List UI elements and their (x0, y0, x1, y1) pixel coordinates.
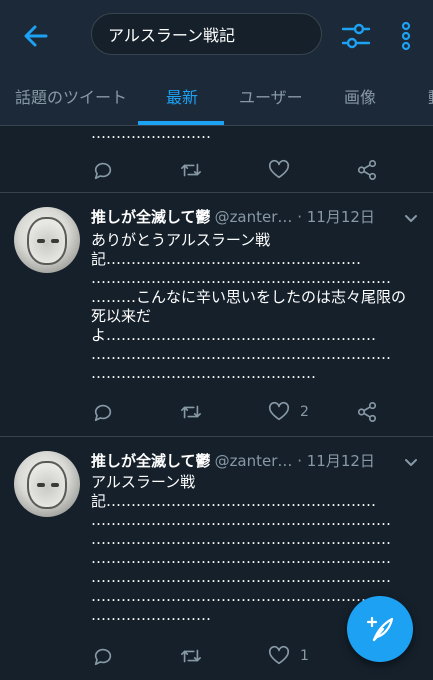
like-button[interactable]: 1 (268, 644, 309, 668)
heart-icon (268, 159, 290, 179)
retweet-button[interactable] (180, 158, 212, 182)
share-icon (357, 160, 377, 180)
like-count: 1 (300, 648, 309, 664)
tweet-divider (0, 436, 433, 437)
speech-bubble-icon (94, 162, 112, 180)
search-filter-button[interactable] (340, 20, 372, 52)
heart-icon (268, 401, 290, 421)
chevron-down-icon (405, 459, 417, 466)
share-button[interactable] (356, 158, 378, 182)
retweet-button[interactable] (180, 644, 212, 668)
tweet-menu-button[interactable] (403, 211, 419, 227)
like-count: 2 (300, 404, 309, 420)
tweet-date: · 11月12日 (297, 208, 375, 226)
tweet-header: 推しが全滅して鬱 @zanter… · 11月12日 (91, 206, 411, 228)
retweet-button[interactable] (180, 400, 212, 424)
avatar-portrait (27, 461, 67, 509)
tab-images[interactable]: 画像 (344, 70, 376, 126)
active-tab-indicator (138, 121, 224, 125)
vertical-ellipsis-icon (401, 21, 411, 51)
search-query: アルスラーン戦記 (108, 26, 236, 45)
author-name[interactable]: 推しが全滅して鬱 (91, 208, 211, 226)
tab-top-tweets[interactable]: 話題のツイート (15, 70, 127, 126)
like-button[interactable] (268, 158, 300, 182)
heart-icon (268, 645, 290, 665)
share-button[interactable] (356, 400, 378, 424)
author-handle[interactable]: @zanter… (215, 452, 293, 470)
overflow-menu-button[interactable] (394, 20, 418, 52)
tweet-header: 推しが全滅して鬱 @zanter… · 11月12日 (91, 450, 411, 472)
chevron-down-icon (405, 215, 417, 222)
sliders-icon (341, 23, 371, 49)
tweet-text: …………………… (91, 127, 211, 142)
retweet-icon (181, 163, 201, 177)
author-handle[interactable]: @zanter… (215, 208, 293, 226)
compose-tweet-button[interactable] (347, 596, 413, 662)
share-icon (357, 402, 377, 422)
arrow-left-icon (24, 25, 48, 47)
retweet-icon (181, 649, 201, 663)
tweet-date: · 11月12日 (297, 452, 375, 470)
reply-button[interactable] (92, 400, 124, 424)
tweet-menu-button[interactable] (403, 455, 419, 471)
tab-latest[interactable]: 最新 (166, 70, 198, 126)
reply-button[interactable] (92, 158, 124, 182)
search-input[interactable]: アルスラーン戦記 (91, 13, 322, 55)
author-name[interactable]: 推しが全滅して鬱 (91, 452, 211, 470)
top-app-bar: アルスラーン戦記 (0, 0, 433, 70)
like-button[interactable]: 2 (268, 400, 309, 424)
search-tabs: 話題のツイート 最新 ユーザー 画像 動 (0, 70, 433, 126)
speech-bubble-icon (94, 404, 112, 422)
feather-plus-icon (366, 616, 394, 642)
tweet-divider (0, 192, 433, 193)
avatar-portrait (27, 217, 67, 265)
avatar[interactable] (14, 207, 80, 273)
tab-videos[interactable]: 動 (428, 70, 433, 126)
speech-bubble-icon (94, 648, 112, 666)
tab-users[interactable]: ユーザー (239, 70, 303, 126)
avatar[interactable] (14, 451, 80, 517)
retweet-icon (181, 405, 201, 419)
tweet-text: ありがとうアルスラーン戦 記…………………………………………… ……………………… (91, 231, 407, 382)
back-button[interactable] (20, 20, 52, 52)
reply-button[interactable] (92, 644, 124, 668)
